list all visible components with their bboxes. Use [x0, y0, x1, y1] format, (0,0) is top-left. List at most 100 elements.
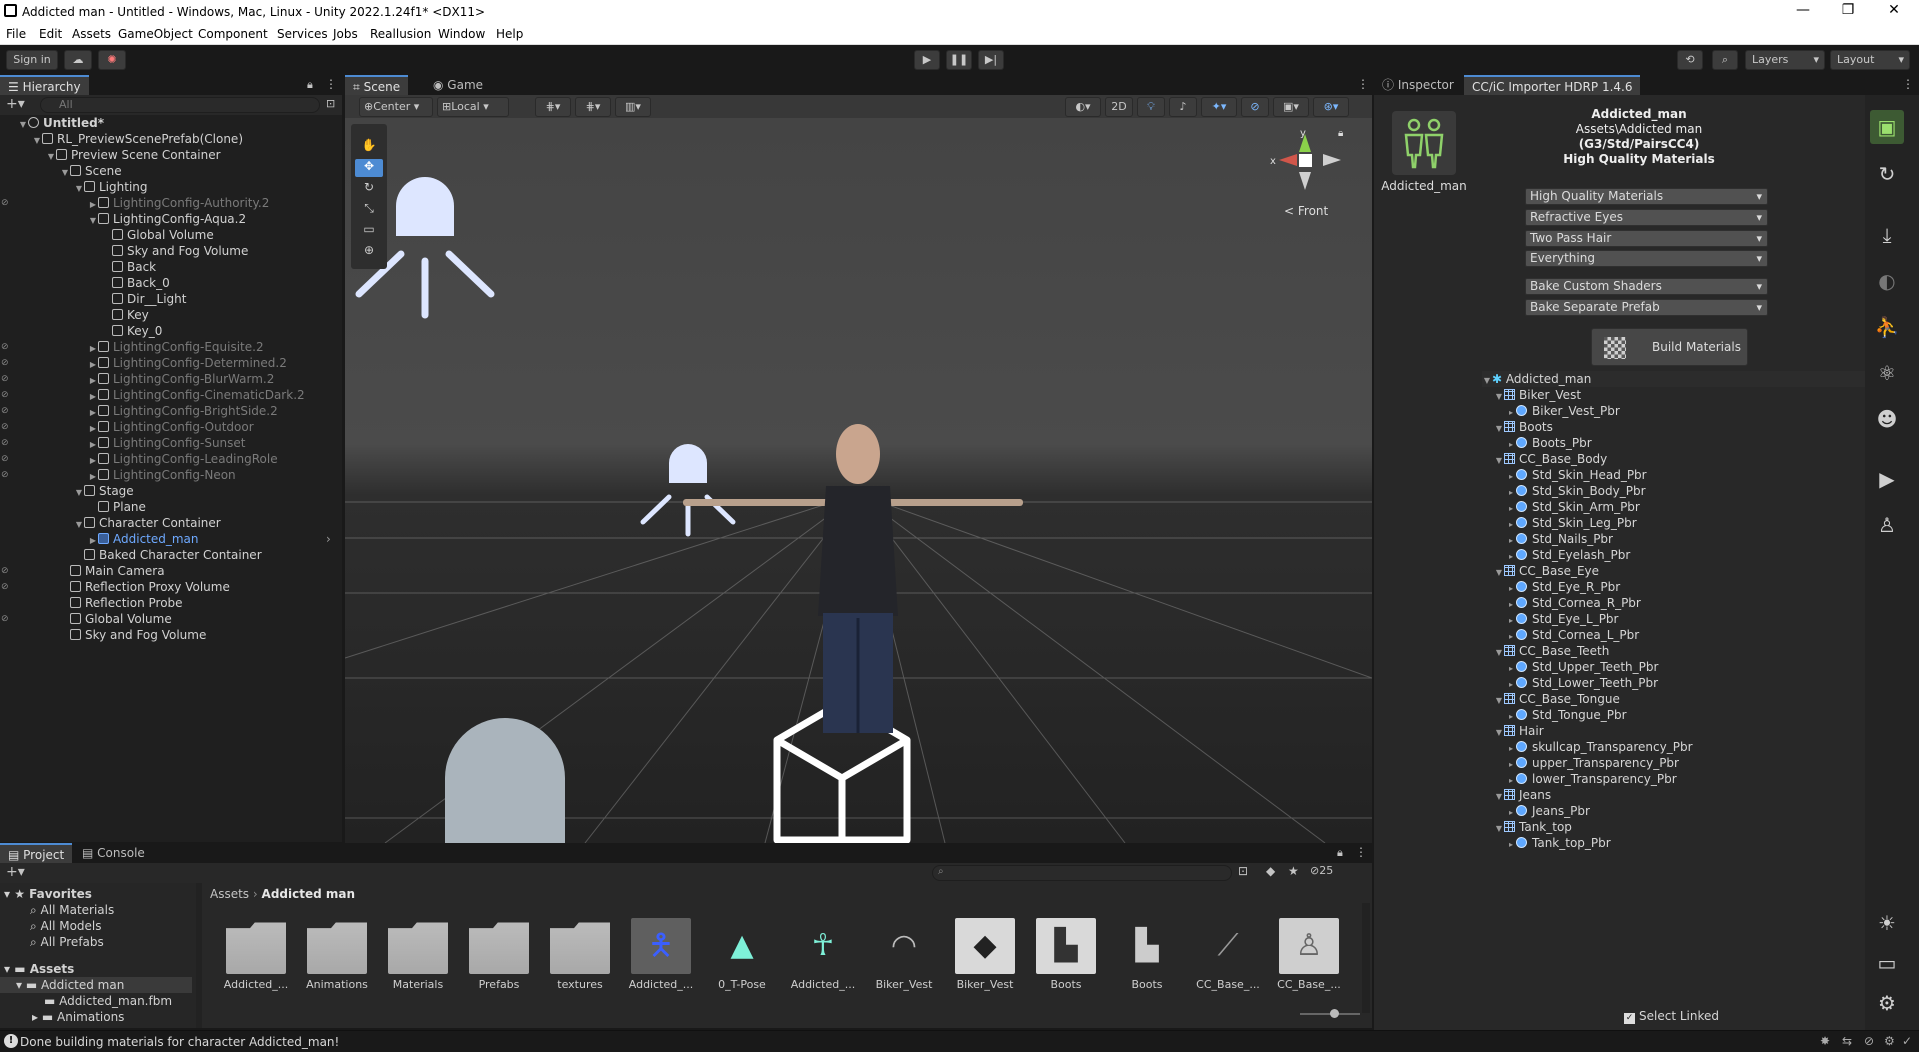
pose-icon[interactable]: ⛹ [1870, 310, 1904, 344]
tree-material-row[interactable]: ▸ Std_Eye_R_Pbr [1506, 579, 1620, 595]
hierarchy-row[interactable]: Main Camera ⊘ [0, 563, 340, 579]
hierarchy-row[interactable]: ▶ LightingConfig-BrightSide.2 ⊘ [0, 403, 340, 419]
layout-dropdown[interactable]: Layout ▾ [1830, 50, 1910, 70]
tree-mesh-row[interactable]: ▼ Tank_top [1494, 819, 1572, 835]
asset-folder[interactable]: Addicted_... [221, 918, 291, 991]
gizmo-neg-y-cone[interactable] [1299, 172, 1311, 190]
menu-reallusion[interactable]: Reallusion [370, 27, 431, 41]
lighting-toggle-icon[interactable]: 💡︎ [1137, 97, 1165, 117]
menu-gameobject[interactable]: GameObject [118, 27, 193, 41]
hierarchy-row[interactable]: Global Volume ⊘ [0, 611, 340, 627]
tree-root[interactable]: ▼ ✱ Addicted_man [1482, 371, 1868, 387]
toggle-2d-button[interactable]: 2D [1105, 97, 1133, 117]
menu-component[interactable]: Component [198, 27, 268, 41]
gizmos-toggle-icon[interactable]: ⊛▾ [1313, 97, 1349, 117]
filter-type-icon[interactable]: ⊡ [1238, 864, 1248, 878]
expand-arrow-icon[interactable]: ▼ [1494, 565, 1504, 581]
hierarchy-row[interactable]: ▼ Stage [0, 483, 340, 499]
folder-addicted-man-fbm[interactable]: ▬ Addicted_man.fbm [44, 993, 172, 1009]
visibility-icon[interactable]: ⊘ [1, 371, 9, 387]
status-message[interactable]: Done building materials for character Ad… [20, 1035, 339, 1049]
project-search-input[interactable]: ⌕ [932, 865, 1232, 881]
head-icon[interactable]: ◐ [1870, 264, 1904, 298]
menu-edit[interactable]: Edit [39, 27, 62, 41]
hierarchy-row[interactable]: Key [0, 307, 340, 323]
more-options-icon[interactable]: ⋮ [1902, 77, 1914, 91]
tree-material-row[interactable]: ▸ Std_Tongue_Pbr [1506, 707, 1627, 723]
asset-item[interactable]: ◆ Biker_Vest [950, 918, 1020, 991]
tree-material-row[interactable]: ▸ Std_Skin_Head_Pbr [1506, 467, 1647, 483]
step-button[interactable]: ▶| [978, 50, 1004, 70]
visibility-icon[interactable]: ⊘ [1, 435, 9, 451]
eyes-dropdown[interactable]: Refractive Eyes [1525, 209, 1768, 226]
more-options-icon[interactable]: ⋮ [1355, 845, 1367, 859]
search-options-icon[interactable]: ⊡ [326, 97, 335, 110]
breadcrumb-assets[interactable]: Assets [210, 887, 249, 901]
minimize-button[interactable]: — [1793, 2, 1813, 18]
scale-tool-icon[interactable]: ⤡ [355, 201, 383, 219]
hierarchy-row[interactable]: ▶ LightingConfig-Outdoor ⊘ [0, 419, 340, 435]
expand-arrow-icon[interactable]: ▼ [1494, 645, 1504, 661]
tab-project[interactable]: ▤ Project [0, 843, 73, 863]
expand-arrow-icon[interactable]: ▼ [1494, 389, 1504, 405]
hair-dropdown[interactable]: Two Pass Hair [1525, 230, 1768, 247]
menu-help[interactable]: Help [496, 27, 523, 41]
tree-material-row[interactable]: ▸ skullcap_Transparency_Pbr [1506, 739, 1693, 755]
lock-icon[interactable]: 🔒︎ [1337, 846, 1343, 860]
tab-scene[interactable]: ⌗ Scene [345, 75, 409, 95]
rotate-tool-icon[interactable]: ↻ [355, 180, 383, 198]
favorite-all-materials[interactable]: ⌕ All Materials [30, 902, 114, 918]
tree-material-row[interactable]: ▸ Std_Cornea_L_Pbr [1506, 627, 1639, 643]
tree-material-row[interactable]: ▸ Jeans_Pbr [1506, 803, 1590, 819]
hierarchy-row[interactable]: Back_0 [0, 275, 340, 291]
hierarchy-row[interactable]: ▶ LightingConfig-CinematicDark.2 ⊘ [0, 387, 340, 403]
search-icon[interactable]: ⌕ [1712, 50, 1738, 70]
tab-game[interactable]: ◉ Game [425, 75, 491, 95]
filter-label-icon[interactable]: ◆ [1266, 864, 1275, 878]
build-materials-button[interactable]: Build Materials [1591, 328, 1748, 366]
breadcrumb-current[interactable]: Addicted man [262, 887, 355, 901]
audio-toggle-icon[interactable]: ♪ [1169, 97, 1197, 117]
gizmo-neg-x-cone[interactable] [1323, 154, 1341, 166]
tree-material-row[interactable]: ▸ Biker_Vest_Pbr [1506, 403, 1620, 419]
visibility-icon[interactable]: ⊘ [1, 563, 9, 579]
hierarchy-row[interactable]: ▼ Untitled* [0, 115, 340, 131]
tree-material-row[interactable]: ▸ upper_Transparency_Pbr [1506, 755, 1679, 771]
tab-hierarchy[interactable]: ☰ Hierarchy [0, 75, 89, 95]
more-options-icon[interactable]: ⋮ [325, 77, 337, 91]
tree-mesh-row[interactable]: ▼ Hair [1494, 723, 1544, 739]
visibility-icon[interactable]: ⊘ [1, 579, 9, 595]
more-options-icon[interactable]: ⋮ [1357, 77, 1369, 91]
menu-window[interactable]: Window [438, 27, 485, 41]
tab-inspector[interactable]: ⓘ Inspector [1374, 75, 1462, 95]
tree-material-row[interactable]: ▸ Std_Skin_Leg_Pbr [1506, 515, 1637, 531]
favorite-icon[interactable]: ★ [1288, 864, 1299, 878]
expand-arrow-icon[interactable]: ▼ [1494, 693, 1504, 709]
hierarchy-row[interactable]: ▶ LightingConfig-Equisite.2 ⊘ [0, 339, 340, 355]
tree-mesh-row[interactable]: ▼ Jeans [1494, 787, 1551, 803]
tree-material-row[interactable]: ▸ Std_Nails_Pbr [1506, 531, 1613, 547]
lock-icon[interactable]: 🔒︎ [1338, 128, 1343, 139]
expand-arrow-icon[interactable]: ▼ [1482, 373, 1492, 389]
assets-header[interactable]: ▾ ▬ Assets [4, 961, 74, 977]
physics-icon[interactable]: ⚛ [1870, 356, 1904, 390]
sign-in-button[interactable]: Sign in [6, 50, 58, 70]
orientation-gizmo[interactable]: y x 🔒︎ < Front [1270, 128, 1355, 228]
menu-file[interactable]: File [6, 27, 26, 41]
effects-toggle-icon[interactable]: ✦▾ [1201, 97, 1237, 117]
asset-item[interactable]: ♙ CC_Base_... [1274, 918, 1344, 991]
bake-prefab-dropdown[interactable]: Bake Separate Prefab [1525, 299, 1768, 316]
asset-item[interactable]: ▙ Boots [1112, 918, 1182, 991]
maximize-button[interactable]: ❐ [1838, 2, 1858, 18]
view-label[interactable]: < Front [1284, 204, 1328, 218]
hierarchy-row[interactable]: ▼ Preview Scene Container [0, 147, 340, 163]
transform-tool-icon[interactable]: ⊕ [355, 243, 383, 261]
hierarchy-row[interactable]: ▼ Scene [0, 163, 340, 179]
space-dropdown[interactable]: ⊞Local ▾ [437, 97, 509, 117]
camera-icon[interactable]: ▭ [1870, 946, 1904, 980]
tree-mesh-row[interactable]: ▼ Biker_Vest [1494, 387, 1581, 403]
move-tool-icon[interactable]: ✥ [355, 159, 383, 177]
importer-icon[interactable]: ▣ [1870, 110, 1904, 144]
create-icon[interactable]: +▾ [6, 864, 25, 880]
asset-item[interactable]: ▲ 0_T-Pose [707, 918, 777, 991]
